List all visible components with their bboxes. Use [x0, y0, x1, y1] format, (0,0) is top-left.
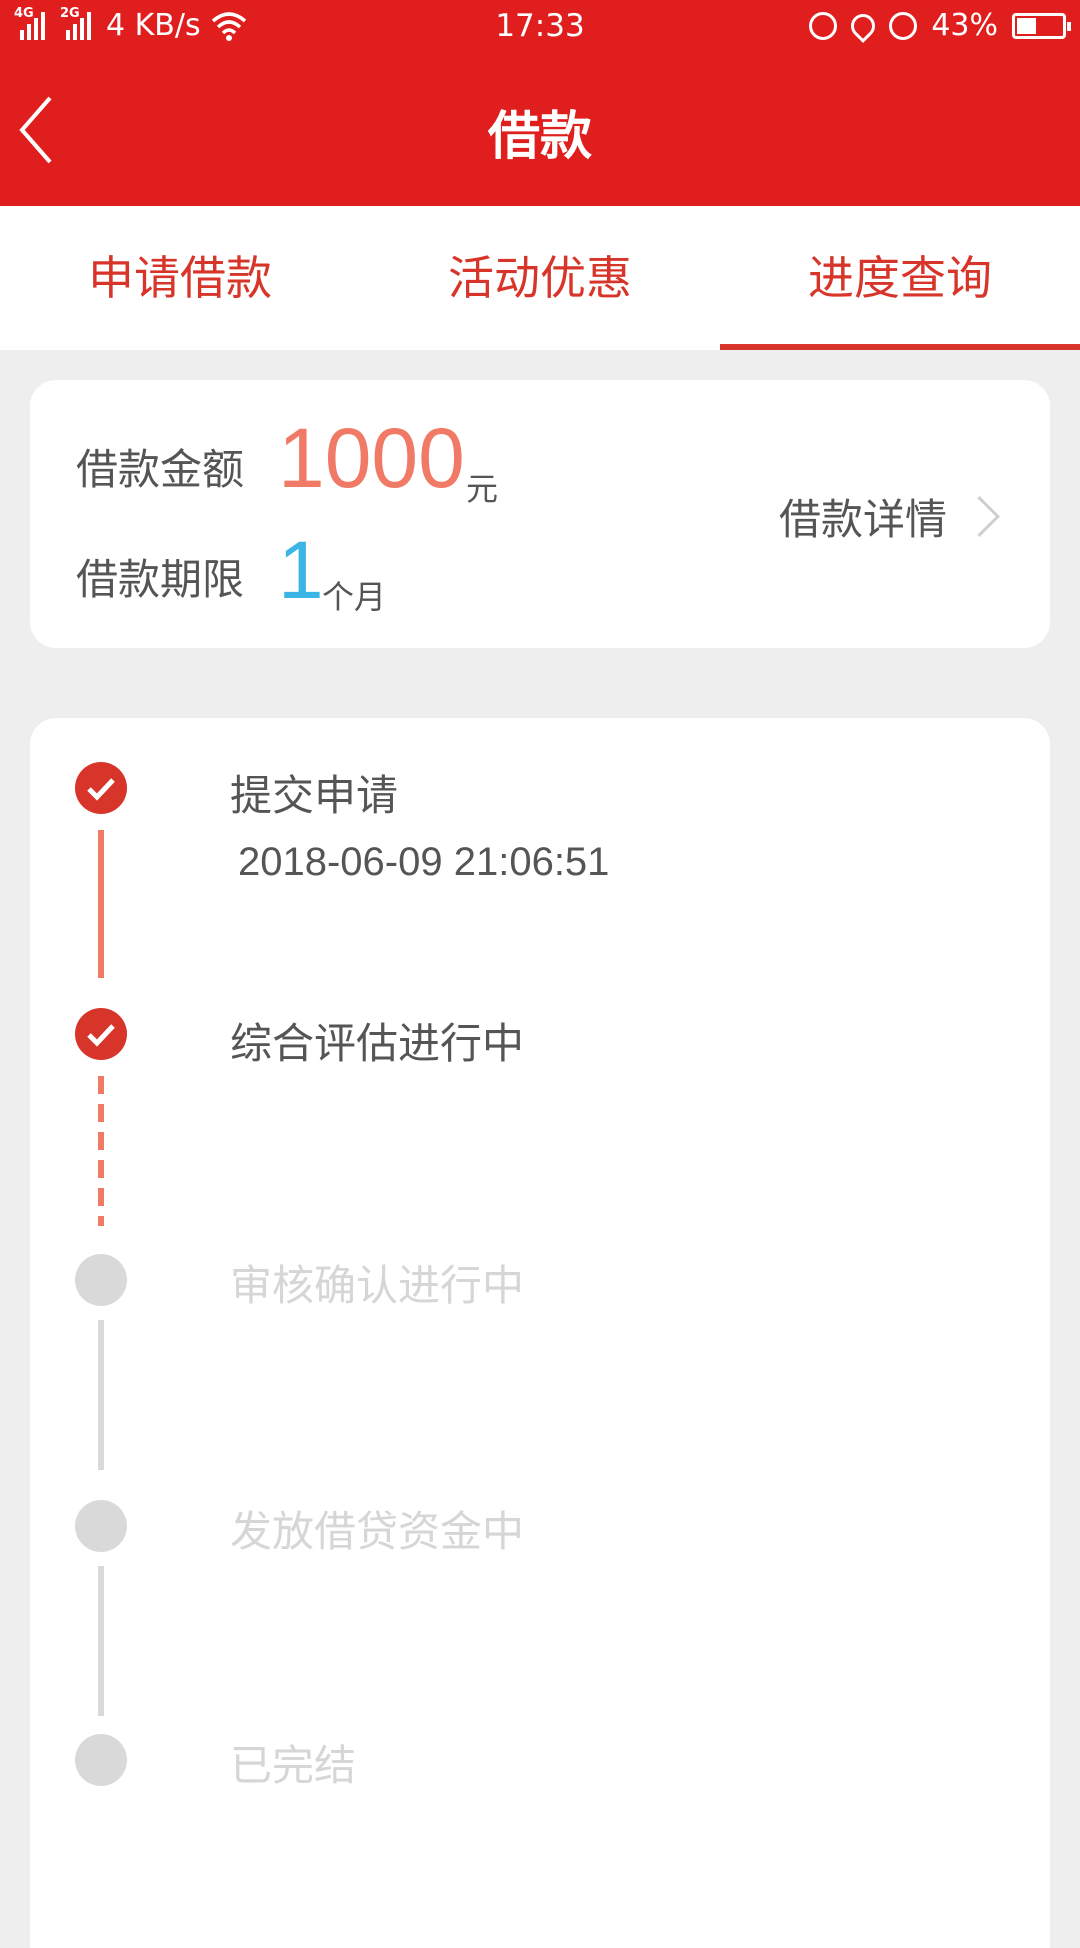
step-timestamp: 2018-06-09 21:06:51	[238, 840, 610, 884]
amount-label: 借款金额	[76, 445, 245, 494]
status-bar: 4G 2G 4 KB/s 17:33 43%	[0, 0, 1080, 54]
tab-apply-loan[interactable]: 申请借款	[0, 206, 360, 350]
status-right: 43%	[809, 8, 1071, 43]
step-label: 已完结	[230, 1741, 357, 1790]
step-done-check-icon	[75, 762, 127, 814]
nav-bar: 借款	[0, 54, 1080, 206]
battery-percent: 43%	[931, 8, 998, 43]
tab-promotions[interactable]: 活动优惠	[360, 206, 720, 350]
progress-timeline-card: 提交申请 2018-06-09 21:06:51 综合评估进行中 审核确认进行中…	[30, 718, 1050, 1948]
chevron-right-icon	[958, 495, 1001, 538]
timeline-connector	[98, 830, 104, 978]
timeline-connector	[98, 1320, 104, 1470]
timeline-connector	[98, 1076, 104, 1226]
location-icon	[846, 8, 881, 43]
step-label: 综合评估进行中	[230, 1019, 525, 1068]
tab-progress-query[interactable]: 进度查询	[720, 206, 1080, 350]
term-value: 1	[278, 525, 324, 616]
step-pending-dot-icon	[75, 1734, 127, 1786]
step-done-check-icon	[75, 1008, 127, 1060]
term-unit: 个月	[322, 578, 387, 616]
tab-bar: 申请借款 活动优惠 进度查询	[0, 206, 1080, 350]
battery-fill	[1017, 17, 1036, 34]
step-label: 发放借贷资金中	[230, 1507, 525, 1556]
step-label: 提交申请	[230, 771, 399, 820]
page-title: 借款	[487, 107, 592, 167]
timeline-connector	[98, 1566, 104, 1716]
step-label: 审核确认进行中	[230, 1261, 525, 1310]
step-pending-dot-icon	[75, 1254, 127, 1306]
term-label: 借款期限	[76, 555, 245, 604]
battery-icon	[1012, 12, 1071, 39]
loan-details-label: 借款详情	[778, 495, 947, 544]
step-pending-dot-icon	[75, 1500, 127, 1552]
rotation-lock-icon	[809, 11, 838, 40]
alarm-icon	[889, 11, 918, 40]
amount-value: 1000	[278, 411, 465, 505]
loan-details-link[interactable]: 借款详情	[778, 486, 1001, 547]
amount-unit: 元	[466, 470, 499, 508]
loan-summary-card: 借款金额 1000 元 借款期限 1 个月 借款详情	[30, 380, 1050, 648]
